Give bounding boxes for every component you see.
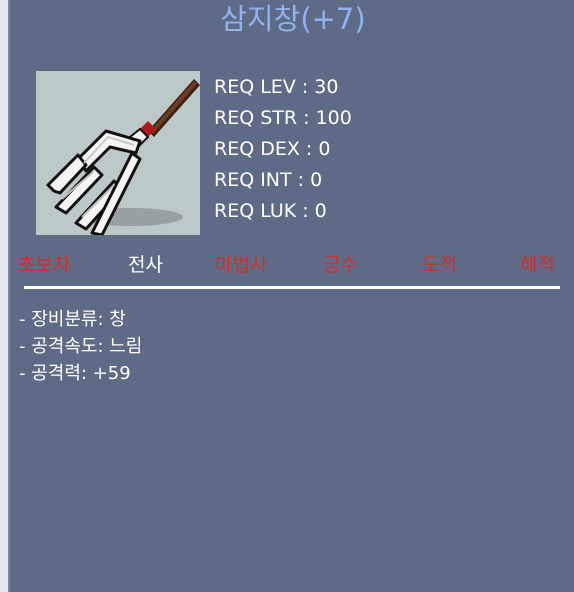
job-list: 초보자 전사 마법사 궁수 도적 해적 — [10, 250, 574, 280]
item-name: 삼지창(+7) — [220, 2, 366, 36]
req-dex: REQ DEX : 0 — [214, 138, 331, 160]
stat-equip-category: - 장비분류: 창 — [19, 309, 126, 330]
requirements-list: REQ LEV : 30 REQ STR : 100 REQ DEX : 0 R… — [214, 72, 352, 227]
req-str: REQ STR : 100 — [214, 107, 352, 129]
trident-icon — [46, 79, 200, 235]
item-icon-frame — [36, 71, 200, 235]
job-warrior: 전사 — [128, 254, 163, 276]
item-tooltip: 삼지창(+7) REQ LEV: 30 REQ STR: 100 REQ D… — [8, 0, 574, 592]
job-thief: 도적 — [422, 254, 457, 276]
req-int: REQ INT : 0 — [214, 169, 323, 191]
req-luk: REQ LUK : 0 — [214, 200, 327, 222]
item-stats: - 장비분류: 창 - 공격속도: 느림 - 공격력: +59 — [19, 306, 142, 387]
stat-attack-power: - 공격력: +59 — [19, 363, 131, 384]
divider — [24, 286, 560, 289]
job-magician: 마법사 — [215, 254, 268, 276]
job-bowman: 궁수 — [323, 254, 358, 276]
stat-attack-speed: - 공격속도: 느림 — [19, 336, 143, 357]
req-level: REQ LEV : 30 — [214, 76, 339, 98]
job-pirate: 해적 — [520, 254, 555, 276]
job-beginner: 초보자 — [18, 254, 71, 276]
